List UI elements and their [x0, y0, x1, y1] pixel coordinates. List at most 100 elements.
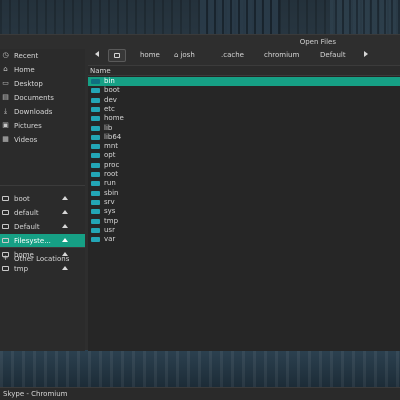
- folder-icon: [91, 162, 100, 168]
- path-crumb-1[interactable]: ⌂ josh: [174, 49, 195, 62]
- eject-icon[interactable]: [62, 210, 68, 214]
- wallpaper-cityscape: [0, 350, 400, 390]
- sidebar-item-home[interactable]: ⌂ Home: [0, 63, 85, 76]
- file-list: Name bin boot dev etc home lib lib64 mnt opt proc…: [88, 65, 400, 351]
- folder-icon: [91, 199, 100, 205]
- taskbar-active-window[interactable]: Skype - Chromium: [3, 390, 67, 398]
- path-scroll-right-button[interactable]: [364, 51, 368, 57]
- folder-icon: [91, 190, 100, 196]
- file-row[interactable]: run: [88, 179, 400, 188]
- folder-icon: [91, 153, 100, 159]
- sidebar-item-label: Recent: [14, 52, 39, 60]
- sidebar-device-label: default: [14, 209, 39, 217]
- dialog-title: Open Files: [299, 38, 336, 46]
- sidebar-item-other-locations[interactable]: + Other Locations: [0, 252, 85, 265]
- sidebar-item-downloads[interactable]: ⤓ Downloads: [0, 105, 85, 118]
- folder-icon: [91, 172, 100, 177]
- file-name: var: [104, 235, 116, 244]
- file-name: home: [104, 114, 124, 123]
- folder-icon: [91, 106, 100, 112]
- sidebar-device-1[interactable]: default: [0, 206, 85, 219]
- file-row[interactable]: lib64: [88, 133, 400, 142]
- drive-icon: [2, 209, 9, 216]
- path-crumb-3[interactable]: chromium: [264, 49, 299, 62]
- file-name: mnt: [104, 142, 118, 151]
- folder-icon: [91, 218, 100, 224]
- file-row[interactable]: lib: [88, 124, 400, 133]
- path-crumb-4[interactable]: Default: [320, 49, 346, 62]
- sidebar-item-documents[interactable]: ▤ Documents: [0, 91, 85, 104]
- path-crumb-label: Default: [320, 51, 346, 59]
- folder-icon: [91, 237, 100, 243]
- file-row[interactable]: bin: [88, 77, 400, 86]
- sidebar-device-0[interactable]: boot: [0, 192, 85, 205]
- folder-icon: [91, 181, 100, 187]
- drive-icon: [2, 195, 9, 202]
- sidebar: ◷ Recent ⌂ Home ▭ Desktop ▤ Documents ⤓ Downloads…: [0, 49, 85, 351]
- sidebar-item-label: Downloads: [14, 108, 53, 116]
- eject-icon[interactable]: [62, 238, 68, 242]
- folder-icon: [91, 79, 100, 84]
- file-row[interactable]: etc: [88, 105, 400, 114]
- home-icon: ⌂: [174, 51, 179, 59]
- file-row[interactable]: boot: [88, 86, 400, 95]
- sidebar-item-videos[interactable]: ▦ Videos: [0, 133, 85, 146]
- desktop-icon: ▭: [2, 79, 9, 87]
- file-name: usr: [104, 225, 115, 234]
- drive-icon: [2, 265, 9, 272]
- sidebar-device-label: Filesyste...: [14, 237, 51, 245]
- sidebar-device-label: boot: [14, 195, 30, 203]
- file-name: proc: [104, 160, 120, 169]
- taskbar: Skype - Chromium: [0, 387, 400, 400]
- file-row[interactable]: sbin: [88, 189, 400, 198]
- path-crumb-label: .cache: [221, 51, 244, 59]
- file-name: run: [104, 179, 116, 188]
- sidebar-item-label: Documents: [14, 94, 54, 102]
- file-row[interactable]: sys: [88, 207, 400, 216]
- path-root-button[interactable]: [108, 49, 126, 62]
- folder-icon: [91, 97, 100, 103]
- file-row[interactable]: srv: [88, 198, 400, 207]
- path-crumb-label: home: [140, 51, 160, 59]
- file-name: tmp: [104, 216, 119, 225]
- eject-icon[interactable]: [62, 266, 68, 270]
- path-crumb-2[interactable]: .cache: [221, 49, 244, 62]
- documents-icon: ▤: [2, 93, 9, 101]
- sidebar-device-label: tmp: [14, 265, 29, 273]
- sidebar-item-recent[interactable]: ◷ Recent: [0, 49, 85, 62]
- home-icon: ⌂: [3, 65, 8, 73]
- file-name: opt: [104, 151, 116, 160]
- folder-icon: [91, 125, 100, 131]
- sidebar-item-pictures[interactable]: ▣ Pictures: [0, 119, 85, 132]
- file-row[interactable]: dev: [88, 96, 400, 105]
- sidebar-device-3[interactable]: Filesyste...: [0, 234, 85, 247]
- eject-icon[interactable]: [62, 224, 68, 228]
- file-row[interactable]: proc: [88, 161, 400, 170]
- sidebar-item-desktop[interactable]: ▭ Desktop: [0, 77, 85, 90]
- file-row[interactable]: mnt: [88, 142, 400, 151]
- drive-icon: [2, 237, 9, 244]
- file-row[interactable]: usr: [88, 226, 400, 235]
- file-name: lib: [104, 123, 113, 132]
- folder-icon: [91, 209, 100, 215]
- file-name: dev: [104, 95, 117, 104]
- file-row[interactable]: opt: [88, 151, 400, 160]
- column-header-name[interactable]: Name: [88, 66, 400, 76]
- file-row[interactable]: tmp: [88, 217, 400, 226]
- sidebar-device-2[interactable]: Default: [0, 220, 85, 233]
- path-crumb-label: chromium: [264, 51, 300, 59]
- folder-icon: [91, 227, 100, 233]
- file-name: srv: [104, 197, 115, 206]
- file-row[interactable]: root: [88, 170, 400, 179]
- file-row[interactable]: var: [88, 235, 400, 244]
- sidebar-device-label: Default: [14, 223, 40, 231]
- plus-icon: +: [2, 254, 9, 262]
- file-row[interactable]: home: [88, 114, 400, 123]
- videos-icon: ▦: [2, 135, 9, 143]
- path-scroll-left-button[interactable]: [95, 51, 99, 57]
- file-name: boot: [104, 86, 120, 95]
- sidebar-item-label: Desktop: [14, 80, 43, 88]
- eject-icon[interactable]: [62, 196, 68, 200]
- open-files-dialog: Open Files ◷ Recent ⌂ Home ▭ Desktop ▤ Document…: [0, 34, 400, 351]
- path-crumb-0[interactable]: home: [140, 49, 160, 62]
